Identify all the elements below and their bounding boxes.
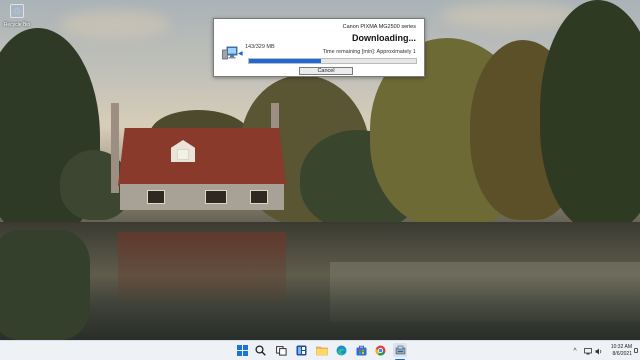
chrome-icon[interactable]	[374, 344, 387, 357]
time-remaining: Time remaining [min]: Approximately 1	[322, 49, 416, 55]
download-arrow-icon: ◀	[238, 51, 243, 57]
desktop-icon-recycle-bin[interactable]: ♻ Recycle Bin	[2, 4, 32, 28]
store-icon[interactable]	[355, 344, 368, 357]
windows-start-icon[interactable]	[236, 344, 249, 357]
cottage-roof	[118, 128, 286, 186]
installer-icon[interactable]	[393, 343, 407, 357]
recycle-bin-icon: ♻	[10, 4, 24, 18]
cottage-chimney	[111, 103, 119, 193]
download-dialog: Canon PIXMA MG2500 series Downloading...…	[213, 18, 425, 77]
folder-icon[interactable]	[315, 344, 328, 357]
clock-time: 10:32 AM	[610, 344, 632, 350]
computer-icon	[222, 46, 238, 60]
notification-icon[interactable]	[634, 348, 638, 353]
desktop-icon-label: Recycle Bin	[3, 22, 31, 28]
cottage-reflection	[118, 232, 286, 302]
cottage-window	[205, 190, 227, 204]
edge-browser-icon[interactable]	[335, 344, 348, 357]
wallpaper-tree	[540, 0, 640, 230]
lake-shine	[330, 262, 640, 322]
download-status: Downloading...	[352, 33, 416, 43]
taskbar: ^ 10:32 AM 8/6/2021	[0, 340, 640, 360]
widgets-icon[interactable]	[295, 344, 308, 357]
system-clock[interactable]: 10:32 AM 8/6/2021	[611, 344, 632, 358]
wallpaper-foreground-foliage	[0, 230, 90, 340]
network-icon[interactable]	[583, 341, 593, 360]
cancel-button[interactable]: Cancel	[299, 67, 353, 75]
tray-overflow-chevron-icon[interactable]: ^	[570, 341, 580, 360]
task-view-icon[interactable]	[275, 344, 288, 357]
download-progress-fill	[249, 59, 321, 63]
clock-date: 8/6/2021	[612, 351, 632, 357]
download-progress-bar	[248, 58, 417, 64]
download-size: 143/329 MB	[245, 44, 275, 50]
volume-icon[interactable]	[594, 341, 604, 360]
cottage-window	[177, 149, 189, 160]
dialog-title: Canon PIXMA MG2500 series	[342, 24, 416, 30]
cottage-window	[147, 190, 165, 204]
cottage-window	[250, 190, 268, 204]
search-icon[interactable]	[254, 344, 267, 357]
wallpaper-cloud	[60, 10, 170, 40]
